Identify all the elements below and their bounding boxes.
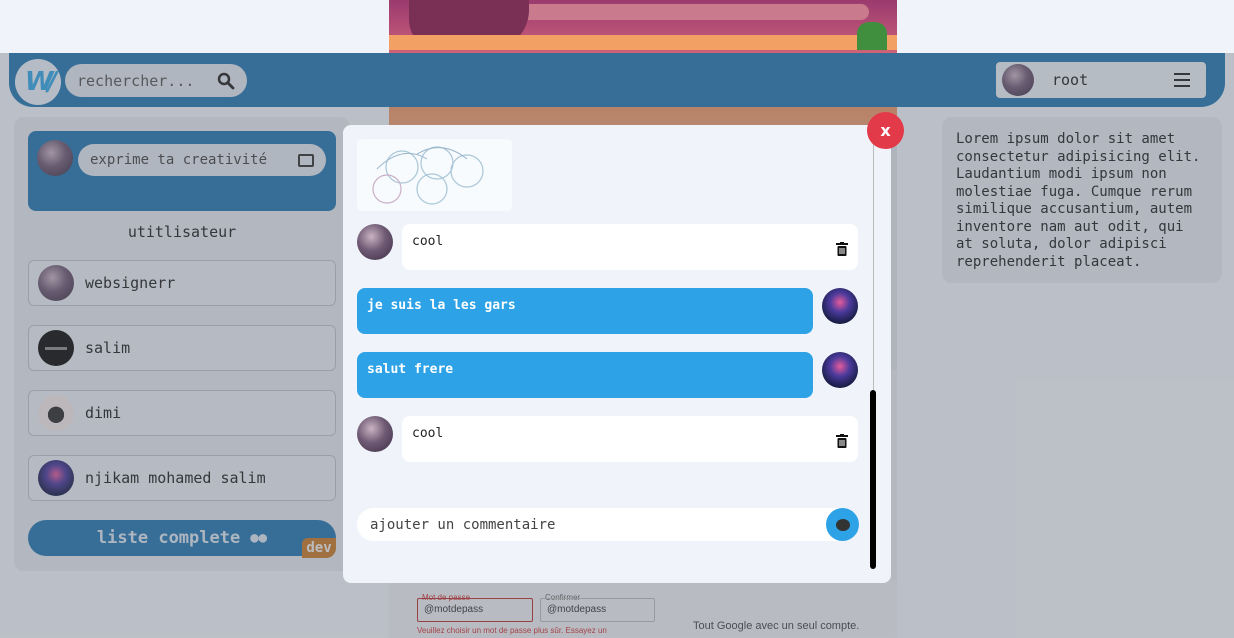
comment-item-own: salut frere	[357, 352, 858, 398]
comment-text: je suis la les gars	[367, 298, 516, 313]
comment-input[interactable]	[370, 516, 790, 533]
modal-backdrop-top	[0, 53, 1234, 107]
chat-icon	[835, 518, 850, 531]
comment-bubble: cool	[402, 224, 858, 270]
comment-text: salut frere	[367, 362, 454, 377]
comment-input-wrapper	[357, 508, 859, 541]
scrollbar-thumb[interactable]	[870, 390, 876, 569]
trash-icon[interactable]	[836, 242, 848, 256]
comment-text: cool	[412, 426, 444, 441]
close-modal-button[interactable]: x	[867, 112, 904, 149]
comment-item: cool	[357, 416, 858, 462]
trash-icon[interactable]	[836, 434, 848, 448]
comment-bubble: je suis la les gars	[357, 288, 813, 334]
comment-bubble: salut frere	[357, 352, 813, 398]
comments-modal: cool je suis la les gars salut frere coo…	[343, 125, 891, 583]
avatar	[822, 352, 858, 388]
post-image-thumbnail	[357, 139, 512, 211]
comment-item-own: je suis la les gars	[357, 288, 858, 334]
scrollbar-track	[873, 132, 874, 390]
comment-item: cool	[357, 224, 858, 270]
comment-bubble: cool	[402, 416, 858, 462]
comment-text: cool	[412, 234, 444, 249]
send-comment-button[interactable]	[826, 508, 859, 541]
avatar	[357, 416, 393, 452]
avatar	[822, 288, 858, 324]
avatar	[357, 224, 393, 260]
